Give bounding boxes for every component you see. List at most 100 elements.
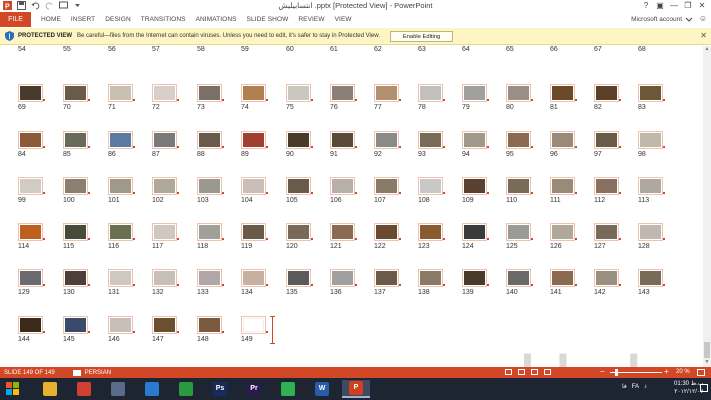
slide-thumbnail[interactable]: 139 bbox=[462, 269, 490, 298]
slide-thumbnail[interactable]: 63 bbox=[418, 46, 446, 55]
close-button[interactable]: ✕ bbox=[695, 0, 709, 12]
slide-thumbnail[interactable]: 74 bbox=[241, 84, 269, 113]
slide-thumbnail[interactable]: 100 bbox=[63, 177, 91, 206]
slide-thumbnail[interactable]: 141 bbox=[550, 269, 578, 298]
language-label[interactable]: PERSIAN bbox=[85, 370, 111, 376]
tab-design[interactable]: DESIGN bbox=[105, 16, 131, 23]
slide-thumbnail[interactable]: 149 bbox=[241, 316, 269, 345]
reading-view-icon[interactable] bbox=[531, 369, 538, 375]
help-button[interactable]: ? bbox=[639, 0, 653, 12]
ribbon-display-options-icon[interactable]: ▣ bbox=[653, 0, 667, 12]
tray-lang-code[interactable]: FA bbox=[632, 384, 639, 390]
tab-review[interactable]: REVIEW bbox=[298, 16, 324, 23]
slide-thumbnail[interactable]: 128 bbox=[638, 223, 666, 252]
slide-thumbnail[interactable]: 124 bbox=[462, 223, 490, 252]
slide-thumbnail[interactable]: 69 bbox=[18, 84, 46, 113]
normal-view-icon[interactable] bbox=[505, 369, 512, 375]
slide-thumbnail[interactable]: 75 bbox=[286, 84, 314, 113]
slide-thumbnail[interactable]: 122 bbox=[374, 223, 402, 252]
minimize-button[interactable]: — bbox=[667, 0, 681, 12]
slide-thumbnail[interactable]: 133 bbox=[197, 269, 225, 298]
slide-thumbnail[interactable]: 83 bbox=[638, 84, 666, 113]
slide-thumbnail[interactable]: 61 bbox=[330, 46, 358, 55]
slide-thumbnail[interactable]: 82 bbox=[594, 84, 622, 113]
tab-slide-show[interactable]: SLIDE SHOW bbox=[247, 16, 289, 23]
slide-thumbnail[interactable]: 64 bbox=[462, 46, 490, 55]
slide-thumbnail[interactable]: 111 bbox=[550, 177, 578, 206]
tab-transitions[interactable]: TRANSITIONS bbox=[141, 16, 186, 23]
close-protected-bar-icon[interactable]: ✕ bbox=[700, 31, 707, 40]
slide-thumbnail[interactable]: 129 bbox=[18, 269, 46, 298]
slide-thumbnail[interactable]: 110 bbox=[506, 177, 534, 206]
slide-thumbnail[interactable]: 59 bbox=[241, 46, 269, 55]
slide-thumbnail[interactable]: 81 bbox=[550, 84, 578, 113]
slide-thumbnail[interactable]: 112 bbox=[594, 177, 622, 206]
slide-thumbnail[interactable]: 132 bbox=[152, 269, 180, 298]
tab-animations[interactable]: ANIMATIONS bbox=[196, 16, 237, 23]
scroll-thumb[interactable] bbox=[704, 342, 710, 358]
slide-thumbnail[interactable]: 113 bbox=[638, 177, 666, 206]
slide-thumbnail[interactable]: 70 bbox=[63, 84, 91, 113]
slide-thumbnail[interactable]: 62 bbox=[374, 46, 402, 55]
slide-thumbnail[interactable]: 145 bbox=[63, 316, 91, 345]
slide-thumbnail[interactable]: 58 bbox=[197, 46, 225, 55]
slide-thumbnail[interactable]: 115 bbox=[63, 223, 91, 252]
windows-start-icon[interactable] bbox=[6, 382, 20, 396]
slide-thumbnail[interactable]: 144 bbox=[18, 316, 46, 345]
slide-thumbnail[interactable]: 102 bbox=[152, 177, 180, 206]
slide-thumbnail[interactable]: 146 bbox=[108, 316, 136, 345]
slide-thumbnail[interactable]: 97 bbox=[594, 131, 622, 160]
restore-button[interactable]: ❐ bbox=[681, 0, 695, 12]
slide-thumbnail[interactable]: 121 bbox=[330, 223, 358, 252]
fit-to-window-icon[interactable] bbox=[697, 369, 705, 376]
slide-thumbnail[interactable]: 80 bbox=[506, 84, 534, 113]
slide-thumbnail[interactable]: 123 bbox=[418, 223, 446, 252]
slide-thumbnail[interactable]: 71 bbox=[108, 84, 136, 113]
slide-thumbnail[interactable]: 107 bbox=[374, 177, 402, 206]
slide-thumbnail[interactable]: 101 bbox=[108, 177, 136, 206]
taskbar-button[interactable]: Pr bbox=[240, 380, 268, 398]
slide-thumbnail[interactable]: 93 bbox=[418, 131, 446, 160]
taskbar-button[interactable]: W bbox=[308, 380, 336, 398]
feedback-smiley-icon[interactable]: ☺ bbox=[699, 14, 707, 23]
slide-thumbnail[interactable]: 140 bbox=[506, 269, 534, 298]
slide-thumbnail[interactable]: 68 bbox=[638, 46, 666, 55]
taskbar-button[interactable] bbox=[138, 380, 166, 398]
slide-thumbnail[interactable]: 89 bbox=[241, 131, 269, 160]
taskbar-button[interactable]: Ps bbox=[206, 380, 234, 398]
slide-thumbnail[interactable]: 143 bbox=[638, 269, 666, 298]
slide-thumbnail[interactable]: 87 bbox=[152, 131, 180, 160]
slide-thumbnail[interactable]: 119 bbox=[241, 223, 269, 252]
slide-thumbnail[interactable]: 148 bbox=[197, 316, 225, 345]
slide-thumbnail[interactable]: 136 bbox=[330, 269, 358, 298]
slide-sorter-view-icon[interactable] bbox=[518, 369, 525, 375]
zoom-level[interactable]: 20 % bbox=[676, 369, 690, 375]
slide-thumbnail[interactable]: 92 bbox=[374, 131, 402, 160]
slide-thumbnail[interactable]: 116 bbox=[108, 223, 136, 252]
taskbar-button[interactable] bbox=[36, 380, 64, 398]
scroll-up-icon[interactable]: ▲ bbox=[703, 46, 711, 54]
scroll-down-icon[interactable]: ▼ bbox=[703, 359, 711, 367]
zoom-slider-knob[interactable] bbox=[615, 369, 618, 376]
slide-thumbnail[interactable]: 88 bbox=[197, 131, 225, 160]
slide-thumbnail[interactable]: 73 bbox=[197, 84, 225, 113]
tab-view[interactable]: VIEW bbox=[335, 16, 352, 23]
slide-thumbnail[interactable]: 105 bbox=[286, 177, 314, 206]
slide-thumbnail[interactable]: 94 bbox=[462, 131, 490, 160]
slide-thumbnail[interactable]: 142 bbox=[594, 269, 622, 298]
slide-thumbnail[interactable]: 120 bbox=[286, 223, 314, 252]
slide-thumbnail[interactable]: 85 bbox=[63, 131, 91, 160]
slide-thumbnail[interactable]: 98 bbox=[638, 131, 666, 160]
slide-thumbnail[interactable]: 130 bbox=[63, 269, 91, 298]
slide-thumbnail[interactable]: 109 bbox=[462, 177, 490, 206]
slide-thumbnail[interactable]: 103 bbox=[197, 177, 225, 206]
tab-file[interactable]: FILE bbox=[0, 12, 31, 27]
slide-thumbnail[interactable]: 56 bbox=[108, 46, 136, 55]
slide-thumbnail[interactable]: 79 bbox=[462, 84, 490, 113]
slide-thumbnail[interactable]: 104 bbox=[241, 177, 269, 206]
account-menu[interactable]: Microsoft account bbox=[631, 15, 693, 23]
slide-thumbnail[interactable]: 99 bbox=[18, 177, 46, 206]
slide-thumbnail[interactable]: 114 bbox=[18, 223, 46, 252]
slide-thumbnail[interactable]: 96 bbox=[550, 131, 578, 160]
slide-thumbnail[interactable]: 137 bbox=[374, 269, 402, 298]
